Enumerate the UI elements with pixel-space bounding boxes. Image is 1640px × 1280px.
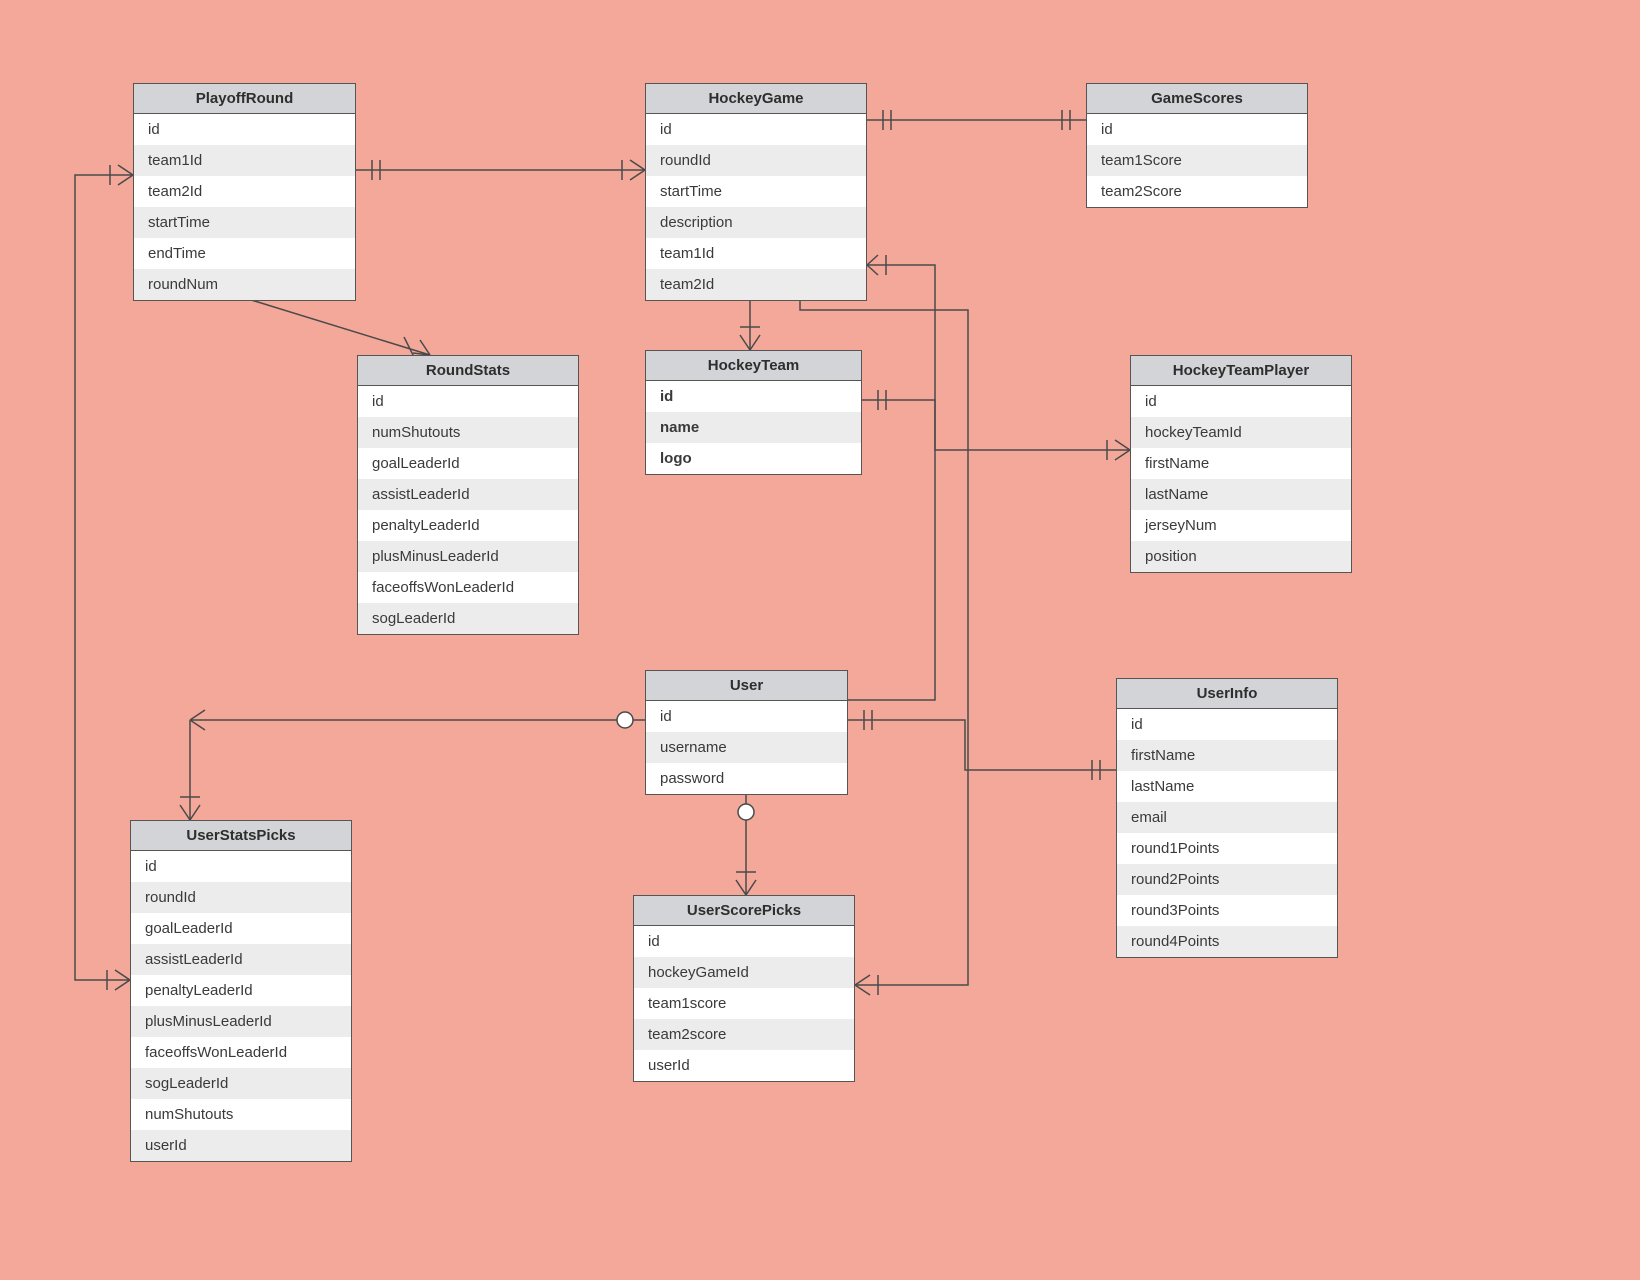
field: assistLeaderId <box>131 944 351 975</box>
field: email <box>1117 802 1337 833</box>
entity-user-score-picks: UserScorePicks id hockeyGameId team1scor… <box>633 895 855 1082</box>
er-diagram-canvas: PlayoffRound id team1Id team2Id startTim… <box>0 0 1640 1280</box>
field: round1Points <box>1117 833 1337 864</box>
entity-header: UserScorePicks <box>634 896 854 926</box>
field: numShutouts <box>358 417 578 448</box>
field: position <box>1131 541 1351 572</box>
field: faceoffsWonLeaderId <box>131 1037 351 1068</box>
field: roundNum <box>134 269 355 300</box>
field: penaltyLeaderId <box>131 975 351 1006</box>
field: lastName <box>1117 771 1337 802</box>
field: team1Score <box>1087 145 1307 176</box>
field: id <box>131 851 351 882</box>
field: team2Score <box>1087 176 1307 207</box>
field: id <box>1117 709 1337 740</box>
field: id <box>646 381 861 412</box>
entity-header: GameScores <box>1087 84 1307 114</box>
field: team1Id <box>646 238 866 269</box>
field: id <box>1131 386 1351 417</box>
field: team2Id <box>646 269 866 300</box>
field: firstName <box>1117 740 1337 771</box>
field: penaltyLeaderId <box>358 510 578 541</box>
entity-user-info: UserInfo id firstName lastName email rou… <box>1116 678 1338 958</box>
entity-header: RoundStats <box>358 356 578 386</box>
field: id <box>646 701 847 732</box>
field: jerseyNum <box>1131 510 1351 541</box>
entity-playoff-round: PlayoffRound id team1Id team2Id startTim… <box>133 83 356 301</box>
field: firstName <box>1131 448 1351 479</box>
field: description <box>646 207 866 238</box>
field: roundId <box>646 145 866 176</box>
field: plusMinusLeaderId <box>358 541 578 572</box>
field: roundId <box>131 882 351 913</box>
field: logo <box>646 443 861 474</box>
field: hockeyTeamId <box>1131 417 1351 448</box>
field: hockeyGameId <box>634 957 854 988</box>
field: userId <box>634 1050 854 1081</box>
field: startTime <box>646 176 866 207</box>
entity-header: HockeyGame <box>646 84 866 114</box>
field: goalLeaderId <box>131 913 351 944</box>
field: id <box>358 386 578 417</box>
entity-hockey-game: HockeyGame id roundId startTime descript… <box>645 83 867 301</box>
entity-hockey-team-player: HockeyTeamPlayer id hockeyTeamId firstNa… <box>1130 355 1352 573</box>
field: id <box>646 114 866 145</box>
field: team1score <box>634 988 854 1019</box>
entity-hockey-team: HockeyTeam id name logo <box>645 350 862 475</box>
entity-header: HockeyTeamPlayer <box>1131 356 1351 386</box>
field: lastName <box>1131 479 1351 510</box>
field: round3Points <box>1117 895 1337 926</box>
field: id <box>1087 114 1307 145</box>
field: username <box>646 732 847 763</box>
field: round2Points <box>1117 864 1337 895</box>
field: id <box>134 114 355 145</box>
field: team2score <box>634 1019 854 1050</box>
field: team1Id <box>134 145 355 176</box>
field: startTime <box>134 207 355 238</box>
field: plusMinusLeaderId <box>131 1006 351 1037</box>
field: goalLeaderId <box>358 448 578 479</box>
field: numShutouts <box>131 1099 351 1130</box>
entity-header: PlayoffRound <box>134 84 355 114</box>
field: userId <box>131 1130 351 1161</box>
field: team2Id <box>134 176 355 207</box>
field: assistLeaderId <box>358 479 578 510</box>
field: endTime <box>134 238 355 269</box>
entity-header: HockeyTeam <box>646 351 861 381</box>
field: password <box>646 763 847 794</box>
field: id <box>634 926 854 957</box>
entity-game-scores: GameScores id team1Score team2Score <box>1086 83 1308 208</box>
entity-header: User <box>646 671 847 701</box>
entity-header: UserStatsPicks <box>131 821 351 851</box>
field: name <box>646 412 861 443</box>
entity-user: User id username password <box>645 670 848 795</box>
field: round4Points <box>1117 926 1337 957</box>
field: sogLeaderId <box>358 603 578 634</box>
entity-user-stats-picks: UserStatsPicks id roundId goalLeaderId a… <box>130 820 352 1162</box>
field: faceoffsWonLeaderId <box>358 572 578 603</box>
entity-round-stats: RoundStats id numShutouts goalLeaderId a… <box>357 355 579 635</box>
entity-header: UserInfo <box>1117 679 1337 709</box>
field: sogLeaderId <box>131 1068 351 1099</box>
